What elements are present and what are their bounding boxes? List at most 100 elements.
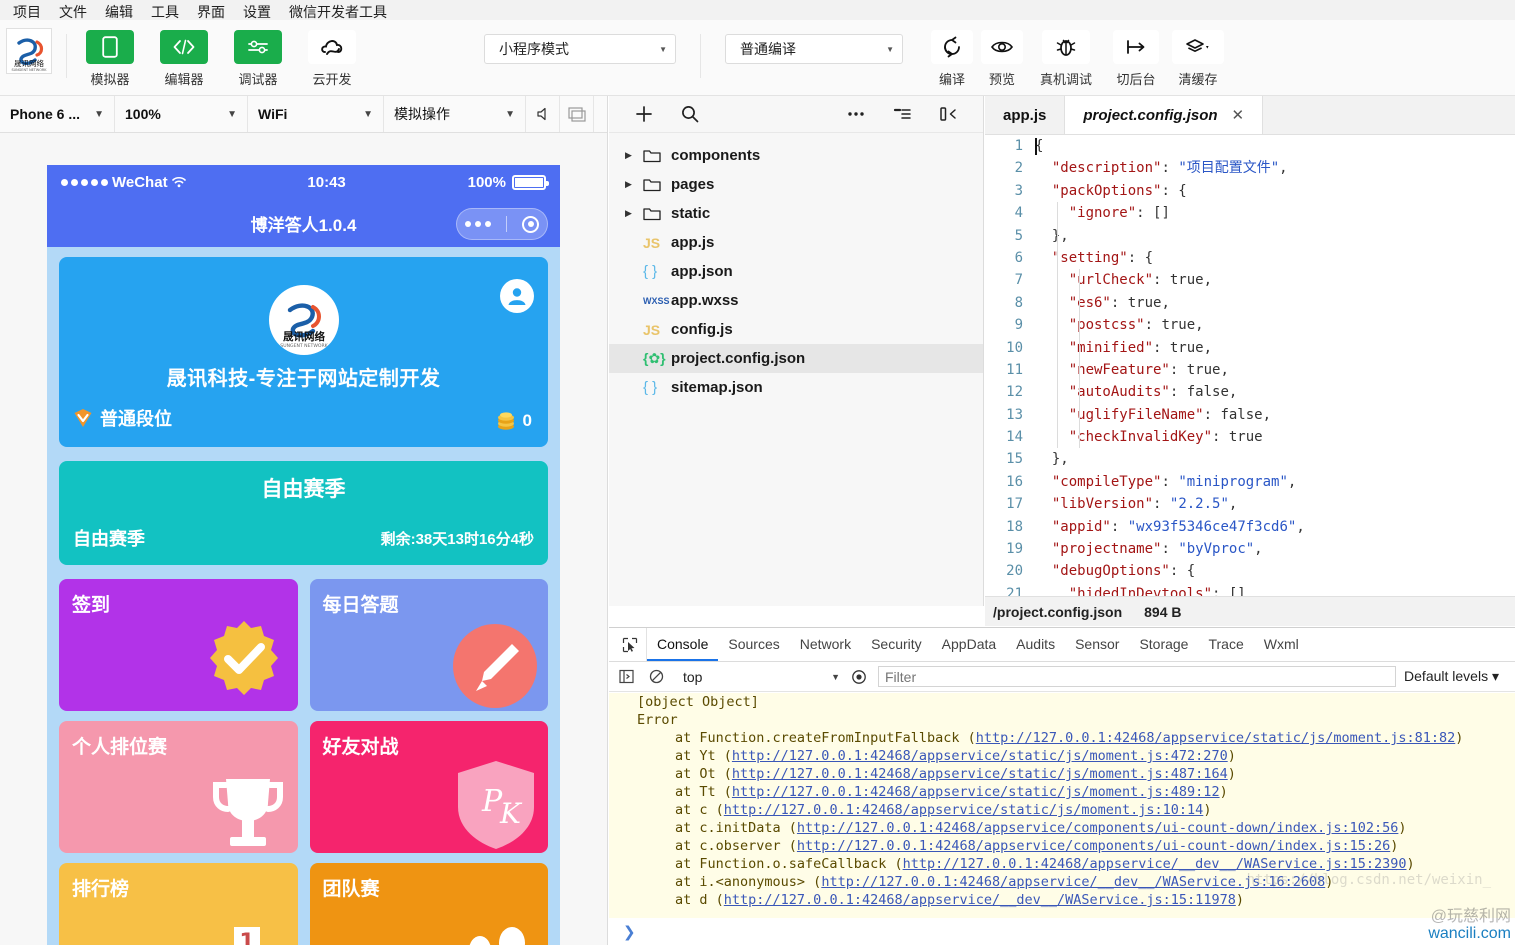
- devtools-tab-network[interactable]: Network: [790, 628, 861, 661]
- more-dots-icon[interactable]: [465, 221, 491, 227]
- devtools-tab-security[interactable]: Security: [861, 628, 932, 661]
- line-text[interactable]: "appid": "wx93f5346ce47f3cd6",: [1035, 516, 1305, 538]
- season-banner[interactable]: 自由赛季 自由赛季 剩余:38天13时16分4秒: [59, 461, 548, 565]
- file-row[interactable]: { } sitemap.json: [609, 373, 983, 402]
- mode-select[interactable]: 小程序模式 ▼: [484, 34, 676, 64]
- line-text[interactable]: {: [1035, 135, 1043, 157]
- tile-signin[interactable]: 签到: [59, 579, 298, 711]
- file-row[interactable]: { } app.json: [609, 257, 983, 286]
- toolbar-background-button[interactable]: 切后台: [1105, 20, 1167, 88]
- menu-item-edit[interactable]: 编辑: [96, 5, 142, 20]
- console-input-prompt[interactable]: ❯: [609, 918, 1515, 945]
- line-text[interactable]: "ignore": []: [1035, 202, 1170, 224]
- line-text[interactable]: "autoAudits": false,: [1035, 381, 1237, 403]
- devtools-tab-audits[interactable]: Audits: [1006, 628, 1065, 661]
- devtools-tab-appdata[interactable]: AppData: [932, 628, 1006, 661]
- device-select[interactable]: Phone 6 ... ▼: [0, 96, 115, 132]
- console-source-link[interactable]: http://127.0.0.1:42468/appservice/static…: [732, 748, 1228, 764]
- menu-item-project[interactable]: 项目: [4, 5, 50, 20]
- action-select[interactable]: 模拟操作 ▼: [384, 96, 526, 132]
- network-select[interactable]: WiFi ▼: [248, 96, 384, 132]
- toolbar-simulator-button[interactable]: 模拟器: [73, 20, 147, 88]
- clear-console-button[interactable]: [645, 666, 667, 688]
- line-text[interactable]: "urlCheck": true,: [1035, 269, 1212, 291]
- console-source-link[interactable]: http://127.0.0.1:42468/appservice/static…: [732, 766, 1228, 782]
- devtools-tab-console[interactable]: Console: [647, 628, 718, 661]
- line-text[interactable]: "projectname": "byVproc",: [1035, 538, 1263, 560]
- console-source-link[interactable]: http://127.0.0.1:42468/appservice/static…: [732, 784, 1220, 800]
- close-target-icon[interactable]: [522, 216, 539, 233]
- console-source-link[interactable]: http://127.0.0.1:42468/appservice/__dev_…: [724, 892, 1236, 908]
- console-sidebar-toggle[interactable]: [615, 666, 637, 688]
- file-row-selected[interactable]: {✿} project.config.json: [609, 344, 983, 373]
- menu-item-settings[interactable]: 设置: [234, 5, 280, 20]
- line-text[interactable]: "debugOptions": {: [1035, 560, 1195, 582]
- tab-project-config-json[interactable]: project.config.json ✕: [1065, 96, 1263, 134]
- console-source-link[interactable]: http://127.0.0.1:42468/appservice/compon…: [797, 820, 1398, 836]
- file-row[interactable]: WXSS app.wxss: [609, 286, 983, 315]
- file-row[interactable]: JS app.js: [609, 228, 983, 257]
- console-source-link[interactable]: http://127.0.0.1:42468/appservice/__dev_…: [821, 874, 1325, 890]
- line-text[interactable]: "setting": {: [1035, 247, 1153, 269]
- devtools-tab-trace[interactable]: Trace: [1198, 628, 1253, 661]
- compile-select[interactable]: 普通编译 ▼: [725, 34, 903, 64]
- toolbar-compile-button[interactable]: 编译: [927, 20, 977, 88]
- console-levels-select[interactable]: Default levels ▾: [1404, 668, 1509, 685]
- line-text[interactable]: "newFeature": true,: [1035, 359, 1229, 381]
- menu-item-interface[interactable]: 界面: [188, 5, 234, 20]
- toolbar-editor-button[interactable]: 编辑器: [147, 20, 221, 88]
- file-row[interactable]: JS config.js: [609, 315, 983, 344]
- toolbar-clearcache-button[interactable]: 清缓存: [1167, 20, 1229, 88]
- tile-team-match[interactable]: 团队赛: [310, 863, 549, 945]
- inspect-element-button[interactable]: [613, 628, 647, 661]
- close-icon[interactable]: ✕: [1232, 106, 1245, 124]
- volume-button[interactable]: [526, 96, 560, 132]
- line-text[interactable]: "packOptions": {: [1035, 180, 1187, 202]
- devtools-tab-sources[interactable]: Sources: [718, 628, 789, 661]
- toolbar-preview-button[interactable]: 预览: [977, 20, 1027, 88]
- more-options-button[interactable]: [833, 96, 879, 132]
- tile-leaderboard[interactable]: 排行榜 1 2 3: [59, 863, 298, 945]
- line-text[interactable]: "minified": true,: [1035, 337, 1212, 359]
- console-source-link[interactable]: http://127.0.0.1:42468/appservice/compon…: [797, 838, 1390, 854]
- add-file-button[interactable]: [621, 96, 667, 132]
- screen-button[interactable]: [560, 96, 594, 132]
- line-text[interactable]: "checkInvalidKey": true: [1035, 426, 1263, 448]
- devtools-tab-storage[interactable]: Storage: [1129, 628, 1198, 661]
- sort-files-button[interactable]: [879, 96, 925, 132]
- console-eye-button[interactable]: [848, 666, 870, 688]
- console-source-link[interactable]: http://127.0.0.1:42468/appservice/static…: [976, 730, 1456, 746]
- toolbar-clouddev-button[interactable]: 云开发: [295, 20, 369, 88]
- zoom-select[interactable]: 100% ▼: [115, 96, 248, 132]
- tile-daily-quiz[interactable]: 每日答题: [310, 579, 549, 711]
- tab-app-js[interactable]: app.js: [985, 96, 1065, 134]
- line-text[interactable]: "description": "项目配置文件",: [1035, 157, 1288, 179]
- line-text[interactable]: },: [1035, 225, 1069, 247]
- line-text[interactable]: "compileType": "miniprogram",: [1035, 471, 1296, 493]
- console-output[interactable]: [object Object]Errorat Function.createFr…: [609, 693, 1515, 919]
- phone-screen[interactable]: WeChat 10:43 100% 博洋答人1: [47, 165, 560, 945]
- file-row[interactable]: ▶ components: [609, 141, 983, 170]
- devtools-tab-sensor[interactable]: Sensor: [1065, 628, 1129, 661]
- console-filter-input[interactable]: [878, 666, 1396, 687]
- chevron-right-icon[interactable]: ▶: [625, 179, 643, 190]
- line-text[interactable]: "postcss": true,: [1035, 314, 1204, 336]
- profile-card[interactable]: 晟讯网络 SUNGENT NETWORK 晟讯科技-专注于网站定制开发: [59, 257, 548, 447]
- collapse-panel-button[interactable]: [925, 96, 971, 132]
- file-row[interactable]: ▶ static: [609, 199, 983, 228]
- tile-solo-ranked[interactable]: 个人排位赛: [59, 721, 298, 853]
- chevron-right-icon[interactable]: ▶: [625, 150, 643, 161]
- menu-item-devtools[interactable]: 微信开发者工具: [280, 5, 396, 20]
- toolbar-debugger-button[interactable]: 调试器: [221, 20, 295, 88]
- console-context-select[interactable]: top ▼: [675, 669, 840, 685]
- wechat-capsule-buttons[interactable]: [456, 208, 548, 240]
- avatar[interactable]: [500, 279, 534, 313]
- line-text[interactable]: },: [1035, 448, 1069, 470]
- devtools-tab-wxml[interactable]: Wxml: [1254, 628, 1309, 661]
- tile-friend-pk[interactable]: 好友对战 P K: [310, 721, 549, 853]
- console-source-link[interactable]: http://127.0.0.1:42468/appservice/static…: [724, 802, 1204, 818]
- code-content[interactable]: 1{2 "description": "项目配置文件",3 "packOptio…: [985, 135, 1515, 605]
- line-text[interactable]: "libVersion": "2.2.5",: [1035, 493, 1237, 515]
- line-text[interactable]: "uglifyFileName": false,: [1035, 404, 1271, 426]
- menu-item-tools[interactable]: 工具: [142, 5, 188, 20]
